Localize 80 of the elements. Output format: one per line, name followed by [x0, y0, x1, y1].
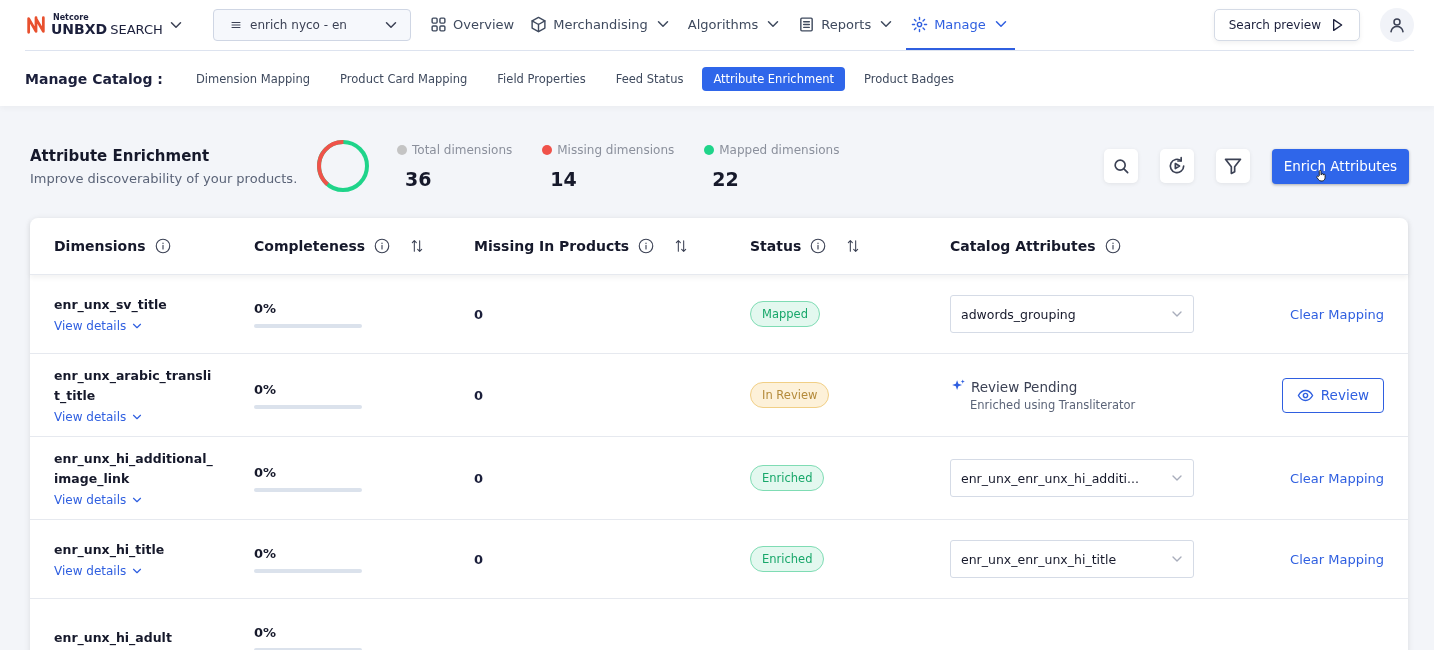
settings-icon: [911, 15, 929, 33]
section-title: Manage Catalog :: [25, 70, 163, 87]
nav-tab[interactable]: Manage: [906, 0, 1015, 50]
nav-tab[interactable]: Overview: [425, 0, 520, 50]
site-selector[interactable]: enrich nyco - en: [213, 9, 411, 41]
search-button[interactable]: [1103, 149, 1138, 183]
stat-value: 22: [712, 167, 740, 190]
nav-tab[interactable]: Algorithms: [682, 0, 788, 50]
status-badge: Enriched: [750, 546, 825, 572]
catalog-tab[interactable]: Field Properties: [486, 66, 597, 91]
completeness-value: 0%: [254, 545, 278, 561]
search-preview-button[interactable]: Search preview: [1213, 9, 1360, 41]
dimension-name: enr_unx_arabic_translit_title: [54, 367, 213, 406]
completeness-value: 0%: [254, 624, 278, 640]
cube-icon: [530, 15, 548, 33]
user-avatar[interactable]: [1380, 8, 1414, 42]
dimension-name: enr_unx_hi_title: [54, 541, 166, 560]
menu-icon: [230, 19, 242, 31]
product-name: UNBXD: [51, 22, 108, 36]
column-header: Catalog Attributes: [950, 238, 1096, 254]
page-subtitle: Improve discoverability of your products.: [30, 170, 299, 186]
view-details-link[interactable]: View details: [54, 319, 145, 333]
view-details-link[interactable]: View details: [54, 410, 145, 424]
completeness-value: 0%: [254, 300, 278, 316]
catalog-tab[interactable]: Dimension Mapping: [184, 66, 322, 91]
nav-tab[interactable]: Reports: [793, 0, 901, 50]
filter-button[interactable]: [1215, 149, 1250, 183]
clear-mapping-link[interactable]: Clear Mapping: [1290, 470, 1384, 486]
completeness-value: 0%: [254, 464, 278, 480]
dimension-name: enr_unx_hi_additional_image_link: [54, 450, 214, 489]
status-badge: In Review: [750, 382, 830, 408]
stat-label: Missing dimensions: [557, 142, 675, 157]
column-header: Status: [750, 238, 802, 254]
product-suffix: SEARCH: [110, 23, 163, 36]
view-details-link[interactable]: View details: [54, 564, 145, 578]
enrich-attributes-button[interactable]: Enrich Attributes: [1271, 148, 1409, 184]
missing-count: 0: [474, 551, 485, 567]
attribute-dropdown[interactable]: adwords_grouping: [950, 295, 1194, 333]
info-icon: [373, 237, 392, 255]
completeness-value: 0%: [254, 381, 278, 397]
catalog-tab[interactable]: Attribute Enrichment: [702, 66, 846, 91]
review-status-text: Review Pending: [971, 378, 1078, 395]
logo-icon: [25, 14, 47, 36]
dimension-name: enr_unx_hi_adult: [54, 629, 173, 648]
missing-count: 0: [474, 306, 485, 322]
replay-button[interactable]: [1159, 149, 1194, 183]
clear-mapping-link[interactable]: Clear Mapping: [1290, 551, 1384, 567]
clear-mapping-link[interactable]: Clear Mapping: [1290, 306, 1384, 322]
catalog-tab[interactable]: Product Card Mapping: [329, 66, 479, 91]
info-icon: [153, 237, 172, 255]
page-title: Attribute Enrichment: [30, 146, 211, 165]
info-icon: [809, 237, 828, 255]
stat-label: Mapped dimensions: [719, 142, 840, 157]
stat-value: 36: [405, 167, 433, 190]
company-name: Netcore: [52, 14, 90, 22]
stat-value: 14: [550, 167, 578, 190]
column-header: Dimensions: [54, 238, 146, 254]
catalog-tab[interactable]: Product Badges: [853, 66, 965, 91]
attribute-dropdown[interactable]: enr_unx_enr_unx_hi_title: [950, 540, 1194, 578]
info-icon: [1103, 237, 1122, 255]
missing-count: 0: [474, 470, 485, 486]
dimension-name: enr_unx_sv_title: [54, 296, 168, 315]
missing-count: 0: [474, 387, 485, 403]
attribute-dropdown[interactable]: enr_unx_enr_unx_hi_additi...: [950, 459, 1194, 497]
status-badge: Enriched: [750, 465, 825, 491]
stat-label: Total dimensions: [412, 142, 513, 157]
enrichment-note: Enriched using Transliterator: [970, 398, 1137, 412]
catalog-tab[interactable]: Feed Status: [604, 66, 695, 91]
nav-tab[interactable]: Merchandising: [525, 0, 677, 50]
column-header: Completeness: [254, 238, 366, 254]
user-icon: [1388, 16, 1406, 34]
document-icon: [798, 15, 816, 33]
column-header: Missing In Products: [474, 238, 630, 254]
grid-icon: [430, 15, 447, 33]
filter-icon: [1222, 156, 1243, 176]
donut-ring-drawing: [315, 138, 371, 194]
status-badge: Mapped: [750, 301, 820, 327]
info-icon: [637, 237, 656, 255]
review-button[interactable]: Review: [1281, 377, 1384, 413]
view-details-link[interactable]: View details: [54, 493, 145, 507]
